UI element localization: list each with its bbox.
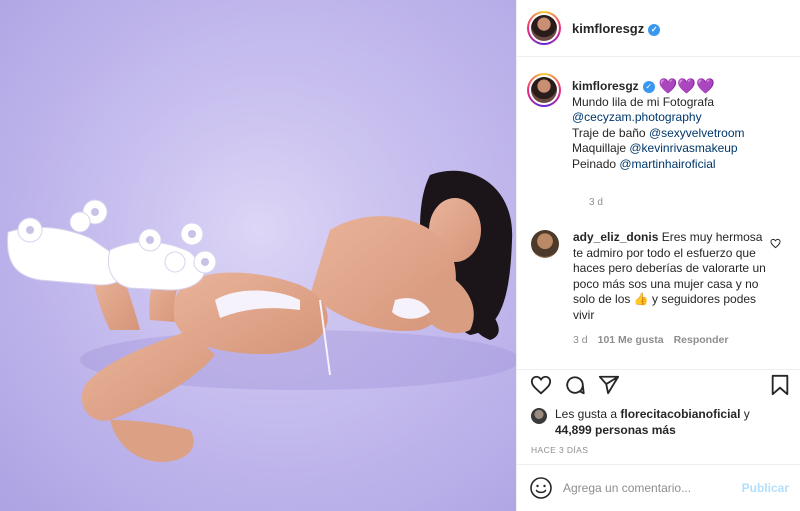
- heart-icon[interactable]: [770, 238, 781, 249]
- mention-link[interactable]: @kevinrivasmakeup: [629, 141, 737, 155]
- caption-author-avatar[interactable]: [527, 73, 561, 107]
- action-bar: [517, 374, 800, 404]
- author-avatar[interactable]: [527, 11, 561, 45]
- comment-timestamp[interactable]: 3 d: [573, 333, 588, 349]
- bookmark-icon[interactable]: [770, 374, 790, 396]
- caption-line-1: Mundo lila de mi Fotografa: [572, 94, 715, 109]
- author-username[interactable]: kimfloresgz ✓: [572, 21, 661, 36]
- divider: [517, 369, 800, 370]
- add-comment-bar: Publicar: [517, 465, 800, 511]
- heart-icon[interactable]: [530, 374, 552, 396]
- mention-link[interactable]: @sexyvelvetroom: [649, 126, 745, 140]
- photo-illustration: [0, 0, 516, 511]
- comment-icon[interactable]: [564, 374, 586, 396]
- comment-likes[interactable]: 101 Me gusta: [598, 333, 664, 349]
- verified-badge-icon: ✓: [648, 23, 661, 36]
- avatar-photo: [531, 15, 557, 41]
- post-photo[interactable]: [0, 0, 516, 511]
- comment-input[interactable]: [563, 481, 733, 495]
- likes-summary: Les gusta a florecitacobianoficial y 44,…: [531, 407, 750, 438]
- emoji-icon[interactable]: [529, 476, 553, 500]
- comment-item: ady_eliz_donis Eres muy hermosa te admir…: [531, 230, 793, 348]
- post-time-ago[interactable]: HACE 3 DÍAS: [531, 445, 588, 455]
- caption: kimfloresgz ✓ 💜💜💜 Mundo lila de mi Fotogra…: [527, 73, 793, 208]
- post-side-panel: kimfloresgz ✓ kimfloresgz ✓ 💜💜💜 Mundo lila …: [516, 0, 800, 511]
- commenter-avatar[interactable]: [531, 230, 559, 258]
- share-icon[interactable]: [598, 374, 620, 396]
- liker-avatar[interactable]: [531, 408, 547, 424]
- likes-count[interactable]: 44,899 personas más: [555, 423, 676, 437]
- caption-username[interactable]: kimfloresgz: [572, 79, 639, 95]
- reply-button[interactable]: Responder: [674, 333, 729, 349]
- post-comment-button[interactable]: Publicar: [742, 481, 789, 495]
- mention-link[interactable]: @cecyzam.photography: [572, 110, 702, 124]
- liker-username[interactable]: florecitacobianoficial: [620, 407, 740, 421]
- caption-timestamp[interactable]: 3 d: [589, 197, 603, 208]
- purple-hearts-emoji: 💜💜💜: [658, 78, 715, 95]
- author-username-text[interactable]: kimfloresgz: [572, 21, 644, 36]
- post-header: kimfloresgz ✓: [517, 0, 800, 57]
- commenter-username[interactable]: ady_eliz_donis: [573, 230, 658, 244]
- mention-link[interactable]: @martinhairoficial: [619, 157, 715, 171]
- caption-text: kimfloresgz ✓ 💜💜💜 Mundo lila de mi Fotogra…: [572, 78, 745, 171]
- comment-meta: 3 d 101 Me gusta Responder: [573, 333, 769, 349]
- verified-badge-icon: ✓: [642, 80, 655, 93]
- instagram-post: kimfloresgz ✓ kimfloresgz ✓ 💜💜💜 Mundo lila …: [0, 0, 800, 511]
